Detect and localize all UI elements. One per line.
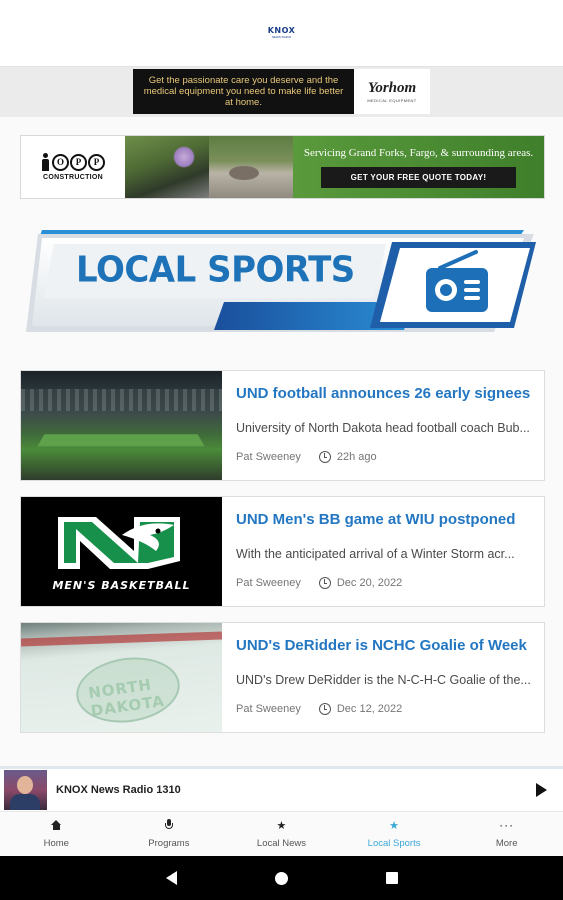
- article-title[interactable]: UND Men's BB game at WIU postponed: [236, 511, 530, 529]
- system-navigation-bar: [0, 856, 563, 900]
- nav-label: Home: [43, 838, 69, 849]
- logo-letter: P: [70, 153, 87, 171]
- article-author: Pat Sweeney: [236, 703, 301, 715]
- clock-icon: [318, 577, 331, 589]
- logo-subtext: NEWS RADIO: [271, 35, 292, 39]
- clock-icon: [318, 703, 331, 715]
- logo-letter: O: [52, 153, 69, 171]
- worker-icon: [41, 153, 50, 171]
- station-name: KNOX News Radio 1310: [56, 784, 181, 796]
- rink-center-logo: NORTH DAKOTA: [87, 675, 166, 721]
- logo-label: CONSTRUCTION: [43, 174, 103, 181]
- host-avatar: [4, 770, 47, 810]
- brand-logo: Yorhom: [367, 80, 417, 96]
- logo-letter: P: [88, 153, 105, 171]
- article-time: 22h ago: [336, 451, 377, 463]
- fighting-hawks-logo-icon: [57, 517, 180, 569]
- bottom-navigation: Home Programs ★ Local News ★ Local Sport…: [0, 811, 563, 856]
- recent-apps-icon[interactable]: [385, 872, 398, 884]
- article-time: Dec 20, 2022: [336, 577, 403, 589]
- logo-text: KNOX: [267, 26, 296, 35]
- back-icon[interactable]: [165, 871, 177, 885]
- app-screen: KNOX NEWS RADIO Get the passionate care …: [0, 0, 563, 900]
- app-header: KNOX NEWS RADIO: [0, 0, 563, 67]
- patio-photo: [209, 136, 293, 198]
- nav-label: More: [495, 838, 518, 849]
- article-author: Pat Sweeney: [236, 577, 301, 589]
- ad-banner-top-container: Get the passionate care you deserve and …: [0, 67, 563, 117]
- article-card[interactable]: MEN'S BASKETBALL UND Men's BB game at WI…: [20, 496, 545, 607]
- article-meta: Pat Sweeney Dec 12, 2022: [236, 703, 531, 715]
- home-icon: [51, 820, 62, 830]
- nav-label: Local Sports: [367, 838, 421, 849]
- mic-icon: [164, 819, 173, 831]
- ad-banner-construction[interactable]: O P P CONSTRUCTION Servicing Grand Forks…: [20, 135, 545, 199]
- article-meta: Pat Sweeney 22h ago: [236, 451, 530, 463]
- nav-item-programs[interactable]: Programs: [113, 812, 226, 856]
- now-playing-bar[interactable]: KNOX News Radio 1310: [0, 766, 563, 811]
- section-title: LOCAL SPORTS: [76, 249, 355, 291]
- landscape-photo: [125, 136, 209, 198]
- nav-label: Programs: [148, 838, 190, 849]
- article-body: UND Men's BB game at WIU postponed With …: [222, 497, 544, 606]
- more-icon: ···: [499, 818, 515, 832]
- free-quote-button[interactable]: GET YOUR FREE QUOTE TODAY!: [320, 166, 517, 188]
- nav-item-local-sports[interactable]: ★ Local Sports: [338, 812, 451, 856]
- article-card[interactable]: NORTH DAKOTA UND's DeRidder is NCHC Goal…: [20, 622, 545, 733]
- ad-medical-text: Get the passionate care you deserve and …: [133, 69, 354, 114]
- article-title[interactable]: UND football announces 26 early signees: [236, 385, 530, 403]
- article-excerpt: University of North Dakota head football…: [236, 421, 530, 435]
- nav-item-more[interactable]: ··· More: [450, 812, 563, 856]
- article-thumbnail-mens-basketball: MEN'S BASKETBALL: [21, 497, 222, 606]
- article-body: UND football announces 26 early signees …: [222, 371, 544, 480]
- article-author: Pat Sweeney: [236, 451, 301, 463]
- star-icon: ★: [389, 819, 400, 832]
- home-circle-icon[interactable]: [274, 871, 288, 885]
- article-title[interactable]: UND's DeRidder is NCHC Goalie of Week: [236, 637, 531, 655]
- article-card[interactable]: UND football announces 26 early signees …: [20, 370, 545, 481]
- clock-icon: [318, 451, 331, 463]
- article-thumbnail-ice-rink: NORTH DAKOTA: [21, 623, 222, 732]
- article-meta: Pat Sweeney Dec 20, 2022: [236, 577, 530, 589]
- article-time: Dec 12, 2022: [336, 703, 403, 715]
- star-icon: ★: [276, 819, 287, 832]
- nav-item-local-news[interactable]: ★ Local News: [225, 812, 338, 856]
- section-hero-banner: LOCAL SPORTS: [24, 228, 544, 340]
- article-excerpt: With the anticipated arrival of a Winter…: [236, 547, 515, 561]
- ad-banner-medical[interactable]: Get the passionate care you deserve and …: [133, 69, 430, 114]
- ad-tagline: Servicing Grand Forks, Fargo, & surround…: [303, 146, 534, 159]
- nav-label: Local News: [256, 838, 307, 849]
- article-excerpt: UND's Drew DeRidder is the N-C-H-C Goali…: [236, 673, 531, 687]
- brand-subtext: MEDICAL EQUIPMENT: [367, 98, 417, 103]
- image-caption: MEN'S BASKETBALL: [52, 579, 191, 592]
- nav-item-home[interactable]: Home: [0, 812, 113, 856]
- play-icon[interactable]: [536, 783, 547, 797]
- ad-medical-brand: Yorhom MEDICAL EQUIPMENT: [354, 69, 430, 114]
- article-thumbnail-stadium: [21, 371, 222, 480]
- opp-construction-logo: O P P CONSTRUCTION: [21, 136, 125, 198]
- article-body: UND's DeRidder is NCHC Goalie of Week UN…: [222, 623, 545, 732]
- ad-cta-panel: Servicing Grand Forks, Fargo, & surround…: [293, 136, 544, 198]
- station-logo[interactable]: KNOX NEWS RADIO: [268, 27, 296, 39]
